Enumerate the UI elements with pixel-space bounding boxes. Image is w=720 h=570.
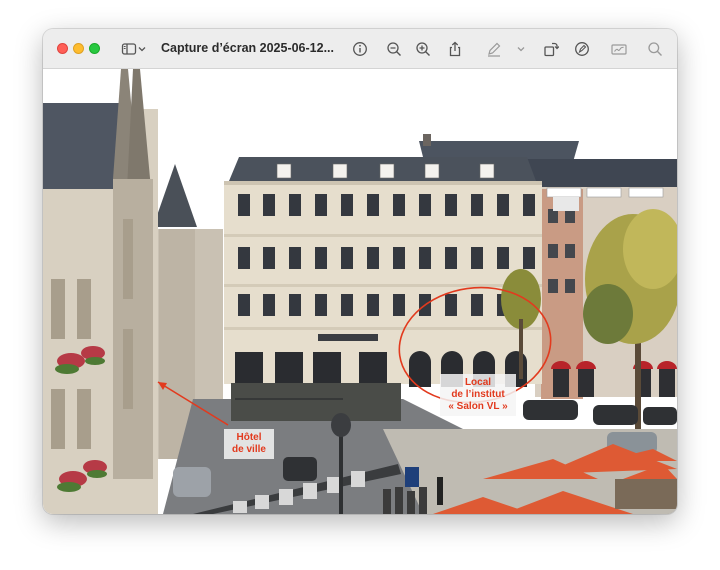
fullscreen-button[interactable]: [89, 43, 100, 54]
minimize-button[interactable]: [73, 43, 84, 54]
annotation-hotel-label: Hôtel de ville: [224, 429, 274, 459]
zoom-in-icon[interactable]: [413, 39, 433, 59]
annotation-local-label: Local de l’institut « Salon VL »: [440, 374, 516, 416]
info-icon[interactable]: [350, 39, 370, 59]
markup-pen-icon[interactable]: [484, 39, 504, 59]
markup-chevron-icon[interactable]: [515, 39, 527, 59]
main-building: [224, 157, 542, 387]
street-photo: Local de l’institut « Salon VL » Hôtel d…: [43, 69, 677, 514]
window-title: Capture d’écran 2025-06-12...: [161, 41, 334, 55]
search-icon[interactable]: [645, 39, 665, 59]
preview-window: Capture d’écran 2025-06-12... Local de l…: [43, 29, 677, 514]
zoom-out-icon[interactable]: [384, 39, 404, 59]
close-button[interactable]: [57, 43, 68, 54]
signature-icon[interactable]: [609, 39, 629, 59]
share-icon[interactable]: [445, 39, 465, 59]
window-toolbar: Capture d’écran 2025-06-12...: [43, 29, 677, 69]
chevron-down-icon[interactable]: [136, 39, 148, 59]
markup-icon[interactable]: [572, 39, 592, 59]
rotate-icon[interactable]: [541, 39, 561, 59]
